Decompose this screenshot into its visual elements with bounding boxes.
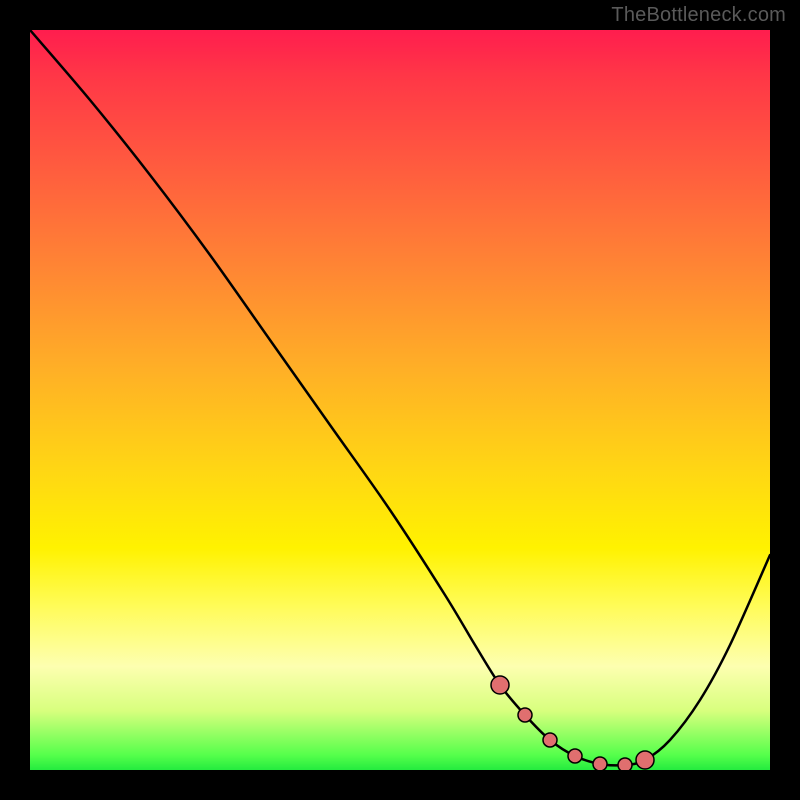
bottleneck-curve [30, 30, 770, 765]
chart-frame: TheBottleneck.com [0, 0, 800, 800]
marker-dot [593, 757, 607, 770]
marker-dot [568, 749, 582, 763]
marker-dot [518, 708, 532, 722]
marker-dot [543, 733, 557, 747]
watermark-text: TheBottleneck.com [611, 4, 786, 27]
plot-area [30, 30, 770, 770]
marker-dot [636, 751, 654, 769]
marker-dot [618, 758, 632, 770]
markers-group [491, 676, 654, 770]
chart-svg [30, 30, 770, 770]
marker-dot [491, 676, 509, 694]
